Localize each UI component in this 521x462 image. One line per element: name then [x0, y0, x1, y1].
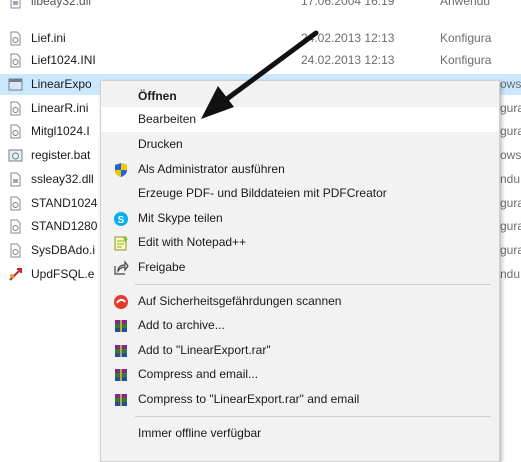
menu-item-label: Freigabe — [138, 260, 186, 274]
file-type: ows — [500, 77, 521, 91]
dll-file-icon — [10, 0, 21, 9]
file-name: Lief1024.INI — [31, 53, 96, 67]
menu-item-open[interactable]: Öffnen — [101, 84, 499, 109]
menu-item-offline[interactable]: Immer offline verfügbar — [101, 421, 499, 446]
file-date: 17.06.2004 16:19 — [301, 0, 395, 8]
menu-item-scan[interactable]: Auf Sicherheitsgefährdungen scannen — [101, 289, 499, 314]
menu-item-label: Immer offline verfügbar — [138, 426, 262, 440]
context-menu: Öffnen Bearbeiten Drucken Als Administra… — [100, 80, 500, 462]
winrar-icon — [115, 394, 127, 406]
menu-item-label: Mit Skype teilen — [138, 211, 223, 225]
file-type: ndu — [500, 172, 521, 186]
menu-item-compress-email[interactable]: Compress and email... — [101, 362, 499, 387]
winrar-icon — [115, 320, 127, 332]
ini-file-icon — [10, 219, 21, 234]
menu-item-label: Auf Sicherheitsgefährdungen scannen — [138, 294, 342, 308]
menu-item-skype-share[interactable]: S Mit Skype teilen — [101, 206, 499, 231]
menu-item-label: Compress and email... — [138, 367, 259, 381]
file-name: LinearR.ini — [31, 101, 89, 115]
file-date: 24.02.2013 12:13 — [301, 53, 395, 67]
menu-item-label: Öffnen — [138, 89, 177, 103]
menu-item-run-as-admin[interactable]: Als Administrator ausführen — [101, 157, 499, 182]
file-name: Mitgl1024.I — [31, 124, 90, 138]
file-type: ows — [500, 148, 521, 162]
menu-item-label: Add to "LinearExport.rar" — [138, 343, 271, 357]
menu-item-label: Compress to "LinearExport.rar" and email — [138, 392, 360, 406]
file-name: libeay32.dll — [31, 0, 92, 8]
winrar-icon — [115, 369, 127, 381]
file-type: gura — [500, 243, 521, 257]
ini-file-icon — [10, 53, 21, 68]
file-type: gura — [500, 219, 521, 233]
file-type: Konfigura — [440, 31, 492, 45]
ini-file-icon — [10, 31, 21, 46]
menu-item-print[interactable]: Drucken — [101, 132, 499, 157]
file-row-libeay32[interactable]: libeay32.dll 17.06.2004 16:19 Anwendu — [0, 0, 521, 12]
menu-item-compress-rar-email[interactable]: Compress to "LinearExport.rar" and email — [101, 387, 499, 412]
file-type: Konfigura — [440, 53, 492, 67]
file-type: gura — [500, 196, 521, 210]
admin-shield-icon — [115, 163, 127, 177]
update-exe-icon — [9, 268, 22, 281]
file-name: STAND1024 — [31, 196, 98, 210]
svg-text:S: S — [118, 215, 125, 226]
file-name: STAND1280 — [31, 219, 98, 233]
notepadpp-icon — [114, 236, 128, 251]
skype-icon: S — [114, 212, 128, 226]
file-type: ndu — [500, 267, 521, 281]
file-name: SysDBAdo.i — [31, 243, 96, 257]
menu-item-label: Bearbeiten — [138, 112, 197, 126]
menu-item-label: Drucken — [138, 137, 183, 151]
menu-item-label: Add to archive... — [138, 318, 225, 332]
batch-file-icon — [8, 149, 23, 162]
file-name: ssleay32.dll — [31, 172, 94, 186]
menu-item-share[interactable]: Freigabe — [101, 255, 499, 280]
file-name: register.bat — [31, 148, 91, 162]
menu-item-add-rar[interactable]: Add to "LinearExport.rar" — [101, 338, 499, 363]
file-name: Lief.ini — [31, 31, 66, 45]
ini-file-icon — [10, 101, 21, 116]
executable-file-icon — [8, 78, 23, 91]
menu-item-add-archive[interactable]: Add to archive... — [101, 313, 499, 338]
antivirus-scan-icon — [114, 295, 128, 309]
ini-file-icon — [10, 196, 21, 211]
ini-file-icon — [10, 243, 21, 258]
menu-separator — [135, 416, 491, 417]
share-icon — [114, 260, 129, 275]
file-row-lief-ini[interactable]: Lief.ini 24.02.2013 12:13 Konfigura — [0, 28, 521, 49]
menu-item-notepadpp[interactable]: Edit with Notepad++ — [101, 230, 499, 255]
menu-item-label: Edit with Notepad++ — [138, 235, 247, 249]
file-date: 24.02.2013 12:13 — [301, 31, 395, 45]
file-type: Anwendu — [440, 0, 491, 8]
file-type: gura — [500, 101, 521, 115]
file-name: UpdFSQL.e — [31, 267, 95, 281]
winrar-icon — [115, 345, 127, 357]
file-row-lief1024-ini[interactable]: Lief1024.INI 24.02.2013 12:13 Konfigura — [0, 50, 521, 71]
file-name: LinearExpo — [31, 77, 92, 91]
ini-file-icon — [10, 124, 21, 139]
menu-item-label: Erzeuge PDF- und Bilddateien mit PDFCrea… — [138, 186, 387, 200]
menu-item-pdfcreator[interactable]: Erzeuge PDF- und Bilddateien mit PDFCrea… — [101, 181, 499, 206]
file-type: gura — [500, 124, 521, 138]
menu-item-edit[interactable]: Bearbeiten — [101, 107, 499, 132]
menu-separator — [135, 284, 491, 285]
menu-item-label: Als Administrator ausführen — [138, 162, 285, 176]
dll-file-icon — [10, 172, 21, 187]
